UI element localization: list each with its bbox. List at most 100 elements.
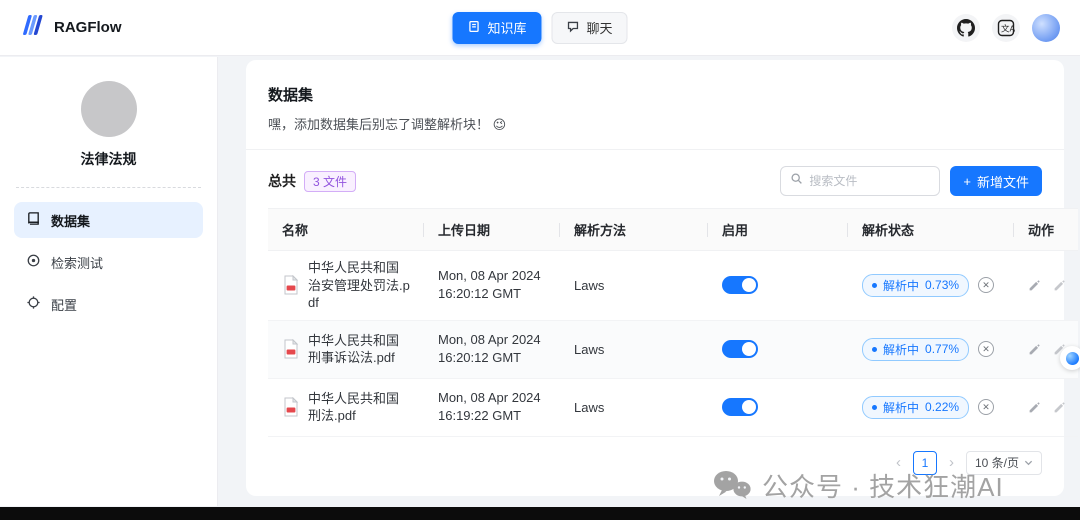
dataset-icon <box>26 211 41 229</box>
file-count-badge: 3 文件 <box>304 171 356 192</box>
datasets-table-body: 中华人民共和国治安管理处罚法.pdf Mon, 08 Apr 2024 16:2… <box>268 251 1078 437</box>
enable-cell <box>708 320 848 378</box>
table-row[interactable]: 中华人民共和国治安管理处罚法.pdf Mon, 08 Apr 2024 16:2… <box>268 251 1078 321</box>
nav-chat-button[interactable]: 聊天 <box>552 12 628 44</box>
sidebar-item-dataset[interactable]: 数据集 <box>14 202 203 238</box>
file-name-cell[interactable]: 中华人民共和国刑事诉讼法.pdf <box>268 320 424 378</box>
parse-method: Laws <box>574 278 604 293</box>
knowledge-base-name: 法律法规 <box>14 149 203 169</box>
nav-chat-label: 聊天 <box>587 18 613 37</box>
cancel-parse-button[interactable]: ✕ <box>978 341 994 357</box>
dataset-panel: 数据集 嘿，添加数据集后别忘了调整解析块！ 😉 总共 3 文件 + 新增文件 <box>246 60 1064 496</box>
enable-toggle[interactable] <box>722 398 758 416</box>
parse-method-cell: Laws <box>560 378 708 436</box>
upload-date: Mon, 08 Apr 2024 16:20:12 GMT <box>438 268 541 301</box>
file-name[interactable]: 中华人民共和国刑法.pdf <box>308 390 410 425</box>
chat-icon <box>567 20 580 36</box>
table-row[interactable]: 中华人民共和国刑法.pdf Mon, 08 Apr 2024 16:19:22 … <box>268 378 1078 436</box>
edit-icon[interactable] <box>1028 401 1041 414</box>
upload-date-cell: Mon, 08 Apr 2024 16:19:22 GMT <box>424 378 560 436</box>
knowledge-base-avatar <box>81 81 137 137</box>
status-text: 解析中 <box>883 399 919 416</box>
search-icon <box>790 172 803 190</box>
nav-knowledge-base-button[interactable]: 知识库 <box>452 12 541 44</box>
search-input[interactable] <box>809 174 919 188</box>
file-name-cell[interactable]: 中华人民共和国治安管理处罚法.pdf <box>268 251 424 321</box>
pdf-file-icon <box>282 397 300 417</box>
watermark-text: 公众号 · 技术狂潮AI <box>762 467 1004 504</box>
wechat-icon <box>712 469 752 503</box>
pdf-file-icon <box>282 275 300 295</box>
parse-method-cell: Laws <box>560 320 708 378</box>
table-header-row: 名称上传日期解析方法启用解析状态动作 <box>268 209 1078 251</box>
top-header: RAGFlow 知识库 聊天 <box>0 0 1080 56</box>
status-text: 解析中 <box>883 277 919 294</box>
cancel-parse-button[interactable]: ✕ <box>978 277 994 293</box>
enable-toggle[interactable] <box>722 276 758 294</box>
panel-divider <box>246 149 1064 150</box>
edit-icon[interactable] <box>1028 279 1041 292</box>
toolbar-actions: + 新增文件 <box>780 166 1042 196</box>
svg-text:文A: 文A <box>1001 23 1015 33</box>
sidebar-item-dataset-label: 数据集 <box>51 211 90 230</box>
table-row[interactable]: 中华人民共和国刑事诉讼法.pdf Mon, 08 Apr 2024 16:20:… <box>268 320 1078 378</box>
actions-cell <box>1014 378 1078 436</box>
parse-method-cell: Laws <box>560 251 708 321</box>
github-icon <box>957 19 975 37</box>
status-dot <box>872 283 877 288</box>
brand-name: RAGFlow <box>54 19 122 36</box>
parse-method: Laws <box>574 400 604 415</box>
file-name[interactable]: 中华人民共和国刑事诉讼法.pdf <box>308 332 410 367</box>
status-text: 解析中 <box>883 341 919 358</box>
sidebar: 法律法规 数据集 检索测试 配置 <box>0 57 218 506</box>
knowledge-base-icon <box>467 20 480 36</box>
translate-icon: 文A <box>997 19 1015 37</box>
language-switch-button[interactable]: 文A <box>992 14 1020 42</box>
pdf-file-icon <box>282 339 300 359</box>
parse-method: Laws <box>574 342 604 357</box>
total-label: 总共 <box>268 171 296 191</box>
add-file-button[interactable]: + 新增文件 <box>950 166 1042 196</box>
ragflow-logo-icon <box>20 13 46 42</box>
actions-cell <box>1014 251 1078 321</box>
user-avatar[interactable] <box>1032 14 1060 42</box>
status-dot <box>872 405 877 410</box>
file-name-cell[interactable]: 中华人民共和国刑法.pdf <box>268 378 424 436</box>
toggle-knob <box>742 400 756 414</box>
sidebar-item-configuration-label: 配置 <box>51 295 77 314</box>
sidebar-item-retrieval-test[interactable]: 检索测试 <box>14 244 203 280</box>
watermark: 公众号 · 技术狂潮AI <box>712 467 1004 504</box>
edit-icon[interactable] <box>1028 343 1041 356</box>
upload-date-cell: Mon, 08 Apr 2024 16:20:12 GMT <box>424 320 560 378</box>
sidebar-item-configuration[interactable]: 配置 <box>14 286 203 322</box>
sidebar-divider <box>16 187 201 188</box>
enable-cell <box>708 251 848 321</box>
parse-status-badge: 解析中 0.22% <box>862 396 969 419</box>
file-search-box <box>780 166 940 196</box>
enable-toggle[interactable] <box>722 340 758 358</box>
add-file-label: 新增文件 <box>977 172 1029 191</box>
parse-status-badge: 解析中 0.73% <box>862 274 969 297</box>
bottom-black-bar <box>0 507 1080 520</box>
floating-widget-button[interactable] <box>1060 346 1080 370</box>
cancel-parse-button[interactable]: ✕ <box>978 399 994 415</box>
column-header: 名称 <box>268 209 424 251</box>
floating-widget-icon <box>1066 352 1079 365</box>
datasets-table: 名称上传日期解析方法启用解析状态动作 中华人民共和国治安管理处罚法.pdf Mo… <box>268 208 1078 437</box>
github-button[interactable] <box>952 14 980 42</box>
main-nav: 知识库 聊天 <box>452 12 627 44</box>
file-name[interactable]: 中华人民共和国治安管理处罚法.pdf <box>308 259 410 312</box>
rename-icon[interactable] <box>1053 401 1066 414</box>
upload-date-cell: Mon, 08 Apr 2024 16:20:12 GMT <box>424 251 560 321</box>
parse-status-cell: 解析中 0.77% ✕ <box>848 320 1014 378</box>
retrieval-test-icon <box>26 253 41 271</box>
sidebar-item-retrieval-test-label: 检索测试 <box>51 253 103 272</box>
column-header: 动作 <box>1014 209 1078 251</box>
rename-icon[interactable] <box>1053 279 1066 292</box>
progress-text: 0.77% <box>925 342 959 356</box>
column-header: 启用 <box>708 209 848 251</box>
upload-date: Mon, 08 Apr 2024 16:20:12 GMT <box>438 332 541 365</box>
dataset-toolbar: 总共 3 文件 + 新增文件 <box>268 166 1042 196</box>
settings-icon <box>26 295 41 313</box>
parse-status-cell: 解析中 0.73% ✕ <box>848 251 1014 321</box>
